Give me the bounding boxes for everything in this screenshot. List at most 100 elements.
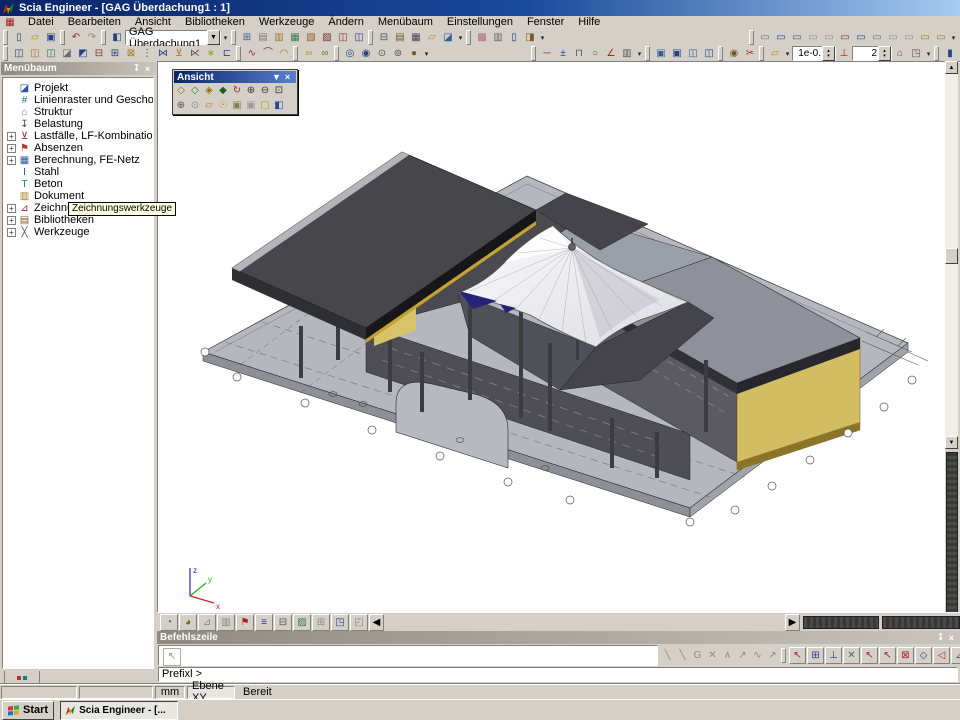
menu-ändern[interactable]: Ändern — [321, 16, 370, 29]
status-unit[interactable]: mm — [155, 686, 185, 699]
circle-icon[interactable]: ○ — [587, 46, 603, 61]
undo-icon[interactable]: ↶ — [68, 30, 84, 45]
sidebar-item-lastfälle-lf-kombinationen[interactable]: +⊻Lastfälle, LF-Kombinationen — [3, 130, 153, 142]
sidebar-item-werkzeuge[interactable]: +╳Werkzeuge — [3, 226, 153, 238]
layout-window-icon-12[interactable]: ▭ — [933, 30, 949, 45]
paste-attributes-icon[interactable]: ▣ — [669, 46, 685, 61]
sidebar-item-stahl[interactable]: IStahl — [3, 166, 153, 178]
zoom-all-icon[interactable]: ⊕ — [174, 99, 188, 112]
select-special-icon[interactable]: ● — [406, 46, 422, 61]
toolbar-grip[interactable] — [334, 46, 339, 61]
labels-abc-icon[interactable]: ≡ — [255, 614, 273, 631]
sidebar-item-struktur[interactable]: ⌂Struktur — [3, 106, 153, 118]
plate-icon[interactable]: ◫ — [43, 46, 59, 61]
print-preview-icon[interactable]: ▤ — [392, 30, 408, 45]
docked-dark-toolbar-2[interactable] — [882, 616, 960, 629]
visibility-eye-icon[interactable]: ◉ — [726, 46, 742, 61]
results-chart-icon[interactable]: ▥ — [490, 30, 506, 45]
mesh-grid-icon[interactable]: ⊞ — [312, 614, 330, 631]
taskbar-item-scia[interactable]: Scia Engineer - [... — [60, 701, 178, 720]
layout-window-icon-3[interactable]: ▭ — [789, 30, 805, 45]
start-button[interactable]: Start — [2, 701, 54, 720]
sidebar-item-belastung[interactable]: ↧Belastung — [3, 118, 153, 130]
layout-window-icon-10[interactable]: ▭ — [901, 30, 917, 45]
star-node-icon[interactable]: ∗ — [203, 46, 219, 61]
sidebar-item-beton[interactable]: TBeton — [3, 178, 153, 190]
expand-plus-icon[interactable]: + — [7, 228, 16, 237]
zoom-window-icon[interactable]: ⊡ — [272, 84, 286, 97]
cut-scissors-icon[interactable]: ✂ — [742, 46, 758, 61]
snap-edge-icon[interactable]: ◇ — [915, 647, 932, 664]
spline-icon[interactable]: ◠ — [276, 46, 292, 61]
spinner-arrows-icon[interactable]: ▴▾ — [822, 46, 835, 61]
chevron-down-icon[interactable]: ▼ — [271, 72, 282, 82]
view-y-icon[interactable]: ◈ — [202, 84, 216, 97]
clipping-icon[interactable]: ⊙ — [374, 46, 390, 61]
paste-add-icon[interactable]: ◫ — [701, 46, 717, 61]
vertical-scrollbar[interactable]: ▲ ▼ — [945, 61, 958, 449]
view-glasses-icon[interactable]: ∞ — [301, 46, 317, 61]
layout-window-icon-11[interactable]: ▭ — [917, 30, 933, 45]
close-icon[interactable]: × — [142, 64, 153, 74]
line-icon[interactable]: ─ — [539, 46, 555, 61]
connect-members-icon[interactable]: ⋈ — [155, 46, 171, 61]
menu-einstellungen[interactable]: Einstellungen — [440, 16, 520, 29]
layout-window-icon-6[interactable]: ▭ — [837, 30, 853, 45]
layout-dropdown-icon[interactable]: ▾ — [949, 30, 958, 45]
layout-window-icon-4[interactable]: ▭ — [805, 30, 821, 45]
camera-save-icon[interactable]: ▣ — [230, 99, 244, 112]
layout-window-icon-8[interactable]: ▭ — [869, 30, 885, 45]
menu-menübaum[interactable]: Menübaum — [371, 16, 440, 29]
layout-window-icon-1[interactable]: ▭ — [757, 30, 773, 45]
snap-intersection-icon[interactable]: ✕ — [843, 647, 860, 664]
toolbar-grip[interactable] — [466, 30, 471, 45]
wired-window-icon[interactable]: ◧ — [272, 99, 286, 112]
snap-midpoint-icon[interactable]: ↖ — [879, 647, 896, 664]
sidebar-item-berechnung-fe-netz[interactable]: +▦Berechnung, FE-Netz — [3, 154, 153, 166]
snap-tolerance-icon[interactable]: ⊥ — [836, 46, 852, 61]
flag-icon[interactable]: ⚑ — [236, 614, 254, 631]
project-manager-icon[interactable]: ◧ — [109, 30, 125, 45]
model-viewport[interactable]: z y x — [157, 61, 945, 612]
show-results-icon[interactable]: ▥ — [217, 614, 235, 631]
column-icon[interactable]: ◫ — [27, 46, 43, 61]
snap-grid-icon[interactable]: ⊞ — [807, 647, 824, 664]
print-view-icon[interactable]: ⊟ — [274, 614, 292, 631]
print-icon[interactable]: ⊟ — [376, 30, 392, 45]
scrollbar-thumb[interactable] — [945, 248, 958, 264]
export-folder-icon[interactable]: ▱ — [424, 30, 440, 45]
document-view-icon[interactable]: ▤ — [255, 30, 271, 45]
close-icon[interactable]: × — [282, 72, 293, 82]
hatch-icon[interactable]: ▨ — [319, 30, 335, 45]
scroll-up-icon[interactable]: ▲ — [945, 61, 958, 74]
view-settings-icon[interactable]: ▱ — [202, 99, 216, 112]
menu-werkzeuge[interactable]: Werkzeuge — [252, 16, 321, 29]
box-view-icon[interactable]: ◳ — [331, 614, 349, 631]
toolbar-grip[interactable] — [3, 46, 8, 61]
layout-window-icon-5[interactable]: ▭ — [821, 30, 837, 45]
zoom-in-icon[interactable]: ⊕ — [244, 84, 258, 97]
menu-fenster[interactable]: Fenster — [520, 16, 571, 29]
command-panel-header[interactable]: Befehlszeile ↧ × — [157, 631, 960, 644]
zoom-selection-icon[interactable]: ⊙ — [188, 99, 202, 112]
expand-plus-icon[interactable]: + — [7, 156, 16, 165]
status-plane[interactable]: Ebene XY — [187, 686, 235, 699]
menu-datei[interactable]: Datei — [21, 16, 61, 29]
calc-dropdown-icon[interactable]: ▾ — [538, 30, 547, 45]
sidebar-item-dokument[interactable]: ▥Dokument — [3, 190, 153, 202]
sidebar-item-absenzen[interactable]: +⚑Absenzen — [3, 142, 153, 154]
spinner-arrows-icon[interactable]: ▴▾ — [878, 46, 891, 61]
folder-dropdown-icon[interactable]: ▾ — [783, 46, 792, 61]
layout-window-icon-2[interactable]: ▭ — [773, 30, 789, 45]
clip-box-icon[interactable]: ▢ — [258, 99, 272, 112]
section-view-icon[interactable]: ◰ — [350, 614, 368, 631]
redo-icon[interactable]: ↷ — [84, 30, 100, 45]
scale-spinner[interactable]: 2 ▴▾ — [852, 46, 892, 61]
copy-add-icon[interactable]: ◫ — [685, 46, 701, 61]
notebook-icon[interactable]: ▧ — [303, 30, 319, 45]
rib-icon[interactable]: ⊟ — [91, 46, 107, 61]
open-folder-icon[interactable]: ▱ — [27, 30, 43, 45]
sidebar-item-projekt[interactable]: ◪Projekt — [3, 82, 153, 94]
toolbar-grip[interactable] — [531, 46, 536, 61]
menu-bearbeiten[interactable]: Bearbeiten — [61, 16, 128, 29]
